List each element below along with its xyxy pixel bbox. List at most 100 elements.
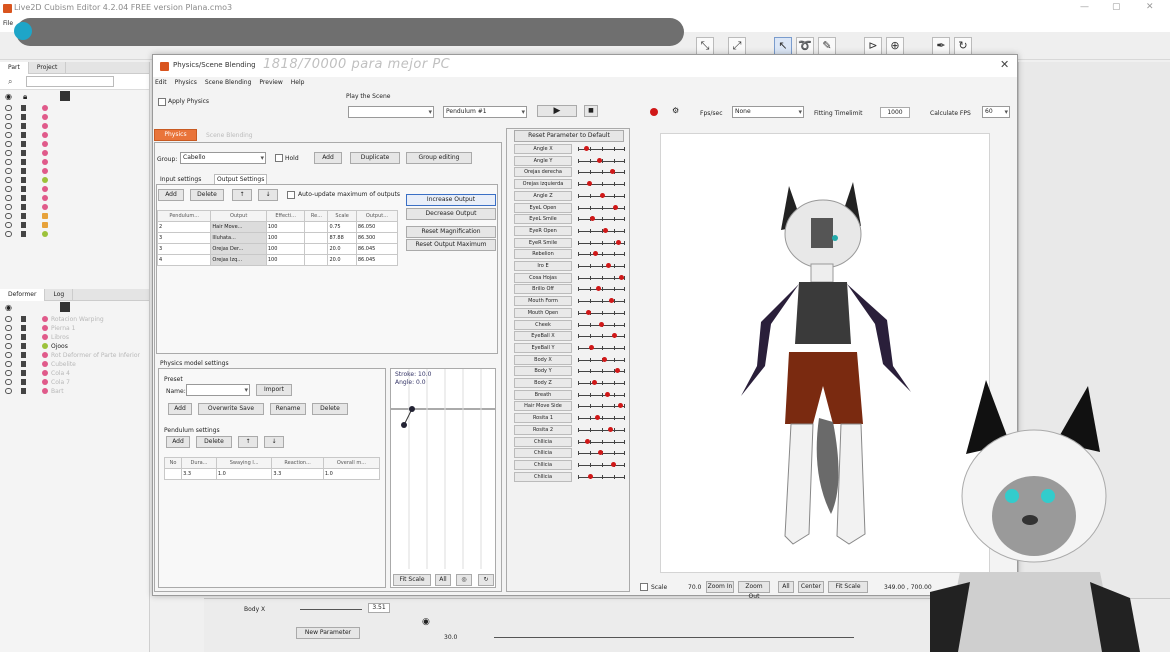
all-button[interactable]: All bbox=[435, 574, 451, 586]
visibility-eye-icon[interactable] bbox=[5, 316, 12, 322]
parameter-slider-handle[interactable] bbox=[600, 192, 605, 198]
parameter-row[interactable]: Rebelion bbox=[514, 249, 625, 260]
visibility-eye-icon[interactable] bbox=[5, 325, 12, 331]
group-select[interactable]: Cabello bbox=[180, 152, 266, 164]
pendulum-cell[interactable] bbox=[163, 468, 183, 480]
output-cell[interactable]: 87.88 bbox=[327, 232, 357, 244]
pendulum-cell[interactable]: 3.3 bbox=[181, 468, 217, 480]
output-cell[interactable]: 86.300 bbox=[355, 232, 399, 244]
parameter-slider-handle[interactable] bbox=[593, 251, 598, 257]
visibility-eye-icon[interactable] bbox=[5, 343, 12, 349]
visibility-eye-icon[interactable] bbox=[5, 334, 12, 340]
lock-icon[interactable] bbox=[21, 222, 26, 228]
parameter-slider-handle[interactable] bbox=[587, 181, 592, 187]
lock-icon[interactable] bbox=[21, 343, 26, 349]
parameter-slider-handle[interactable] bbox=[588, 473, 593, 479]
part-item[interactable] bbox=[0, 167, 149, 176]
parameter-slider-handle[interactable] bbox=[597, 157, 602, 163]
output-row[interactable]: 3 Orejas Der... 100 20.0 86.045 bbox=[156, 243, 399, 255]
warp-tool-icon[interactable]: ⤢ bbox=[728, 37, 746, 55]
part-item[interactable] bbox=[0, 122, 149, 131]
deformer-item[interactable]: Rotacion Warping bbox=[0, 315, 149, 324]
canvas-fit-scale-button[interactable]: Fit Scale bbox=[828, 581, 868, 593]
refresh-icon[interactable]: ↻ bbox=[478, 574, 494, 586]
apply-physics-checkbox[interactable] bbox=[158, 98, 166, 106]
tab-deformer[interactable]: Deformer bbox=[0, 289, 46, 301]
part-item[interactable] bbox=[0, 104, 149, 113]
visibility-eye-icon[interactable] bbox=[5, 361, 12, 367]
visibility-eye-icon[interactable] bbox=[5, 213, 12, 219]
part-item[interactable] bbox=[0, 203, 149, 212]
lock-icon[interactable] bbox=[21, 334, 26, 340]
part-item[interactable] bbox=[0, 221, 149, 230]
lock-icon[interactable] bbox=[21, 213, 26, 219]
output-down-button[interactable]: ↓ bbox=[258, 189, 278, 201]
lock-icon[interactable] bbox=[21, 159, 26, 165]
output-cell[interactable]: Illuhata... bbox=[210, 232, 267, 244]
visibility-eye-icon[interactable] bbox=[5, 195, 12, 201]
output-column-header[interactable]: Scale bbox=[327, 210, 357, 222]
parameter-slider-track[interactable] bbox=[578, 336, 624, 338]
lock-icon[interactable] bbox=[21, 388, 26, 394]
pendulum-delete-button[interactable]: Delete bbox=[196, 436, 232, 448]
parameter-slider-handle[interactable] bbox=[592, 380, 597, 385]
visibility-eye-icon[interactable] bbox=[5, 388, 12, 394]
parameter-row[interactable]: Mouth Open bbox=[514, 307, 625, 318]
output-cell[interactable]: 4 bbox=[156, 254, 212, 266]
lock-icon[interactable] bbox=[21, 123, 26, 129]
output-cell[interactable]: 2 bbox=[156, 221, 212, 233]
output-column-header[interactable]: Re... bbox=[304, 210, 329, 222]
parameter-slider-track[interactable] bbox=[578, 230, 624, 232]
parameter-row[interactable]: EyeBall X bbox=[514, 331, 625, 342]
parameter-row[interactable]: Iro E bbox=[514, 261, 625, 271]
parameter-slider-track[interactable] bbox=[578, 476, 624, 478]
tab-scene-blending[interactable]: Scene Blending bbox=[206, 132, 253, 139]
pendulum-cell[interactable]: 1.0 bbox=[215, 468, 273, 480]
part-item[interactable] bbox=[0, 131, 149, 140]
parameter-row[interactable]: Rosita 1 bbox=[514, 413, 625, 424]
menu-scene-blending[interactable]: Scene Blending bbox=[205, 79, 252, 86]
output-column-header[interactable]: Effecti... bbox=[265, 210, 306, 222]
output-column-header[interactable]: Output bbox=[210, 210, 267, 222]
parameter-slider-track[interactable] bbox=[578, 347, 624, 349]
fit-scale-button[interactable]: Fit Scale bbox=[393, 574, 431, 586]
dialog-close-icon[interactable]: ✕ bbox=[1000, 58, 1009, 71]
part-item[interactable] bbox=[0, 185, 149, 194]
parameter-row[interactable]: Body Z bbox=[514, 378, 625, 388]
parameter-slider-track[interactable] bbox=[578, 429, 624, 431]
visibility-eye-icon[interactable] bbox=[5, 352, 12, 358]
record-icon[interactable] bbox=[650, 108, 658, 116]
parameter-row[interactable]: Orejas izquierda bbox=[514, 179, 625, 190]
pendulum-row[interactable]: 3.3 1.0 3.3 1.0 bbox=[163, 468, 381, 480]
parameter-row[interactable]: EyeL Smile bbox=[514, 214, 625, 225]
tab-log[interactable]: Log bbox=[45, 289, 74, 301]
parameter-row[interactable]: Angle Y bbox=[514, 155, 625, 166]
stop-button[interactable]: ■ bbox=[584, 105, 598, 117]
parameter-row[interactable]: Body Y bbox=[514, 366, 625, 377]
output-cell[interactable] bbox=[304, 232, 329, 244]
decrease-output-button[interactable]: Decrease Output bbox=[406, 208, 496, 220]
parameter-row[interactable]: Angle X bbox=[514, 144, 625, 154]
lock-icon[interactable] bbox=[21, 316, 26, 322]
parameter-row[interactable]: Cosa Hojas bbox=[514, 272, 625, 283]
param-value-field[interactable]: 3.51 bbox=[368, 603, 390, 613]
output-cell[interactable]: 100 bbox=[265, 232, 306, 244]
lock-icon[interactable] bbox=[21, 132, 26, 138]
lock-icon[interactable] bbox=[21, 204, 26, 210]
output-cell[interactable]: 86.050 bbox=[355, 221, 399, 233]
output-cell[interactable]: 100 bbox=[265, 254, 306, 266]
parameter-row[interactable]: Rosita 2 bbox=[514, 424, 625, 435]
arrow-tool-icon[interactable]: ↖ bbox=[774, 37, 792, 55]
pendulum-select[interactable]: Pendulum #1 bbox=[443, 106, 527, 118]
output-column-header[interactable]: Output... bbox=[355, 210, 399, 222]
maximize-icon[interactable]: ▢ bbox=[1112, 2, 1121, 12]
visibility-eye-icon[interactable] bbox=[5, 177, 12, 183]
param-slider-track[interactable] bbox=[300, 609, 362, 610]
parameter-row[interactable]: Chllicia bbox=[514, 436, 625, 447]
visibility-eye-icon[interactable] bbox=[5, 186, 12, 192]
parameter-slider-handle[interactable] bbox=[619, 274, 624, 280]
parameter-slider-handle[interactable] bbox=[589, 344, 594, 350]
output-cell[interactable] bbox=[304, 221, 329, 233]
tab-project[interactable]: Project bbox=[29, 62, 67, 74]
visibility-eye-icon[interactable] bbox=[5, 370, 12, 376]
